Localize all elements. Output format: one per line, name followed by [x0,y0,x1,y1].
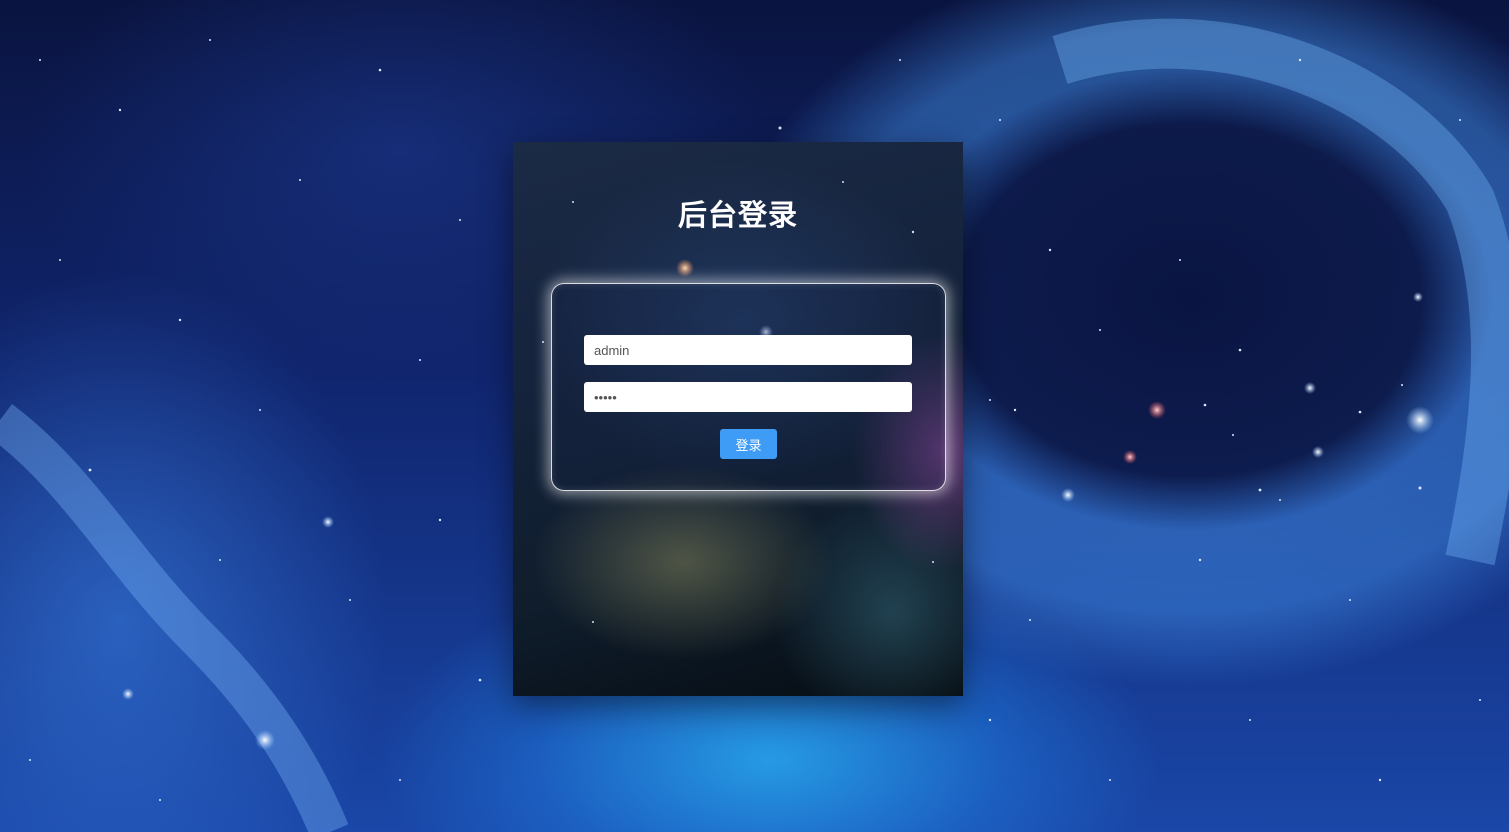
username-input[interactable] [584,335,912,365]
login-panel: 后台登录 登录 [513,142,963,696]
star-glow [322,516,334,528]
login-button[interactable]: 登录 [720,429,777,459]
star-glow [122,688,134,700]
star-glow [1406,406,1434,434]
star-glow [255,730,275,750]
star-glow [1123,450,1137,464]
login-form: 登录 [551,283,946,491]
star-glow [1148,401,1166,419]
star-glow [1312,446,1324,458]
star-glow [1413,292,1423,302]
page-title-text: 后台登录 [677,198,798,232]
page-title: 后台登录 [513,192,963,234]
login-page: { "login": { "title": "后台登录", "username_… [0,0,1509,832]
password-input[interactable] [584,382,912,412]
star-glow [1061,488,1075,502]
star-glow [1304,382,1316,394]
